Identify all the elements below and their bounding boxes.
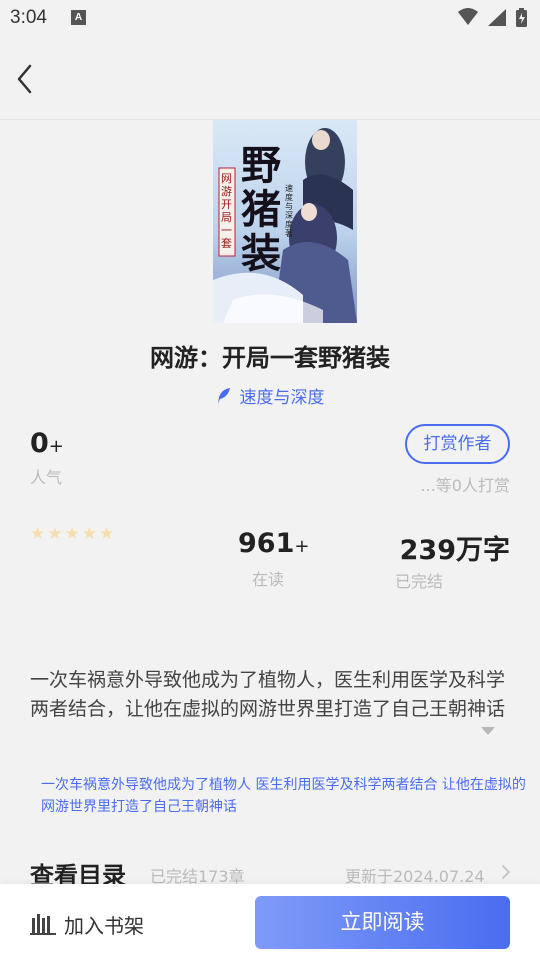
bottom-bar: 加入书架 立即阅读 bbox=[0, 884, 540, 960]
back-icon[interactable] bbox=[10, 60, 44, 100]
popularity-value: 0+ bbox=[30, 428, 64, 459]
feather-icon bbox=[217, 387, 230, 404]
battery-icon bbox=[516, 8, 527, 27]
status-icons bbox=[458, 8, 527, 27]
read-now-button[interactable]: 立即阅读 bbox=[255, 896, 510, 949]
word-count: 239万字 bbox=[399, 535, 510, 566]
book-cover[interactable]: 网游开局一套 野猪装 速度与深度著 bbox=[213, 120, 357, 323]
cover-big-title: 野猪装 bbox=[241, 142, 281, 277]
add-to-shelf-button[interactable]: 加入书架 bbox=[30, 904, 144, 944]
star-icon: ★ bbox=[64, 524, 80, 544]
add-to-shelf-label: 加入书架 bbox=[64, 913, 144, 938]
completion-status: 已完结 bbox=[395, 572, 444, 591]
chevron-right-icon[interactable] bbox=[501, 865, 511, 879]
reading-value: 961+ bbox=[238, 528, 310, 559]
synopsis: 一次车祸意外导致他成为了植物人，医生利用医学及科学两者结合，让他在虚拟的网游世界… bbox=[30, 669, 506, 720]
reading-label: 在读 bbox=[252, 570, 285, 589]
expand-arrow-icon[interactable] bbox=[480, 726, 496, 736]
author-name: 速度与深度 bbox=[239, 388, 325, 408]
tip-author-button[interactable]: 打赏作者 bbox=[405, 424, 510, 464]
rating-stars: ★ ★ ★ ★ ★ bbox=[30, 526, 114, 543]
signal-icon bbox=[488, 9, 506, 26]
star-icon: ★ bbox=[99, 524, 115, 544]
star-icon: ★ bbox=[30, 524, 46, 544]
notification-icon: A bbox=[71, 10, 86, 25]
tag-line[interactable]: 一次车祸意外导致他成为了植物人 医生利用医学及科学两者结合 让他在虚拟的网游世界… bbox=[41, 774, 539, 818]
star-icon: ★ bbox=[81, 524, 97, 544]
top-bar bbox=[0, 36, 540, 120]
author-row[interactable]: 速度与深度 bbox=[0, 383, 540, 408]
wifi-icon bbox=[458, 8, 478, 25]
status-time: 3:04 bbox=[10, 7, 47, 28]
tip-count: ...等0人打赏 bbox=[420, 476, 510, 495]
cover-side-title: 网游开局一套 bbox=[221, 172, 232, 250]
popularity-label: 人气 bbox=[30, 468, 63, 487]
cover-author: 速度与深度著 bbox=[285, 184, 293, 238]
star-icon: ★ bbox=[47, 524, 63, 544]
book-title: 网游：开局一套野猪装 bbox=[150, 344, 390, 372]
status-bar: 3:04 A bbox=[0, 0, 540, 36]
bookshelf-icon bbox=[30, 914, 56, 935]
